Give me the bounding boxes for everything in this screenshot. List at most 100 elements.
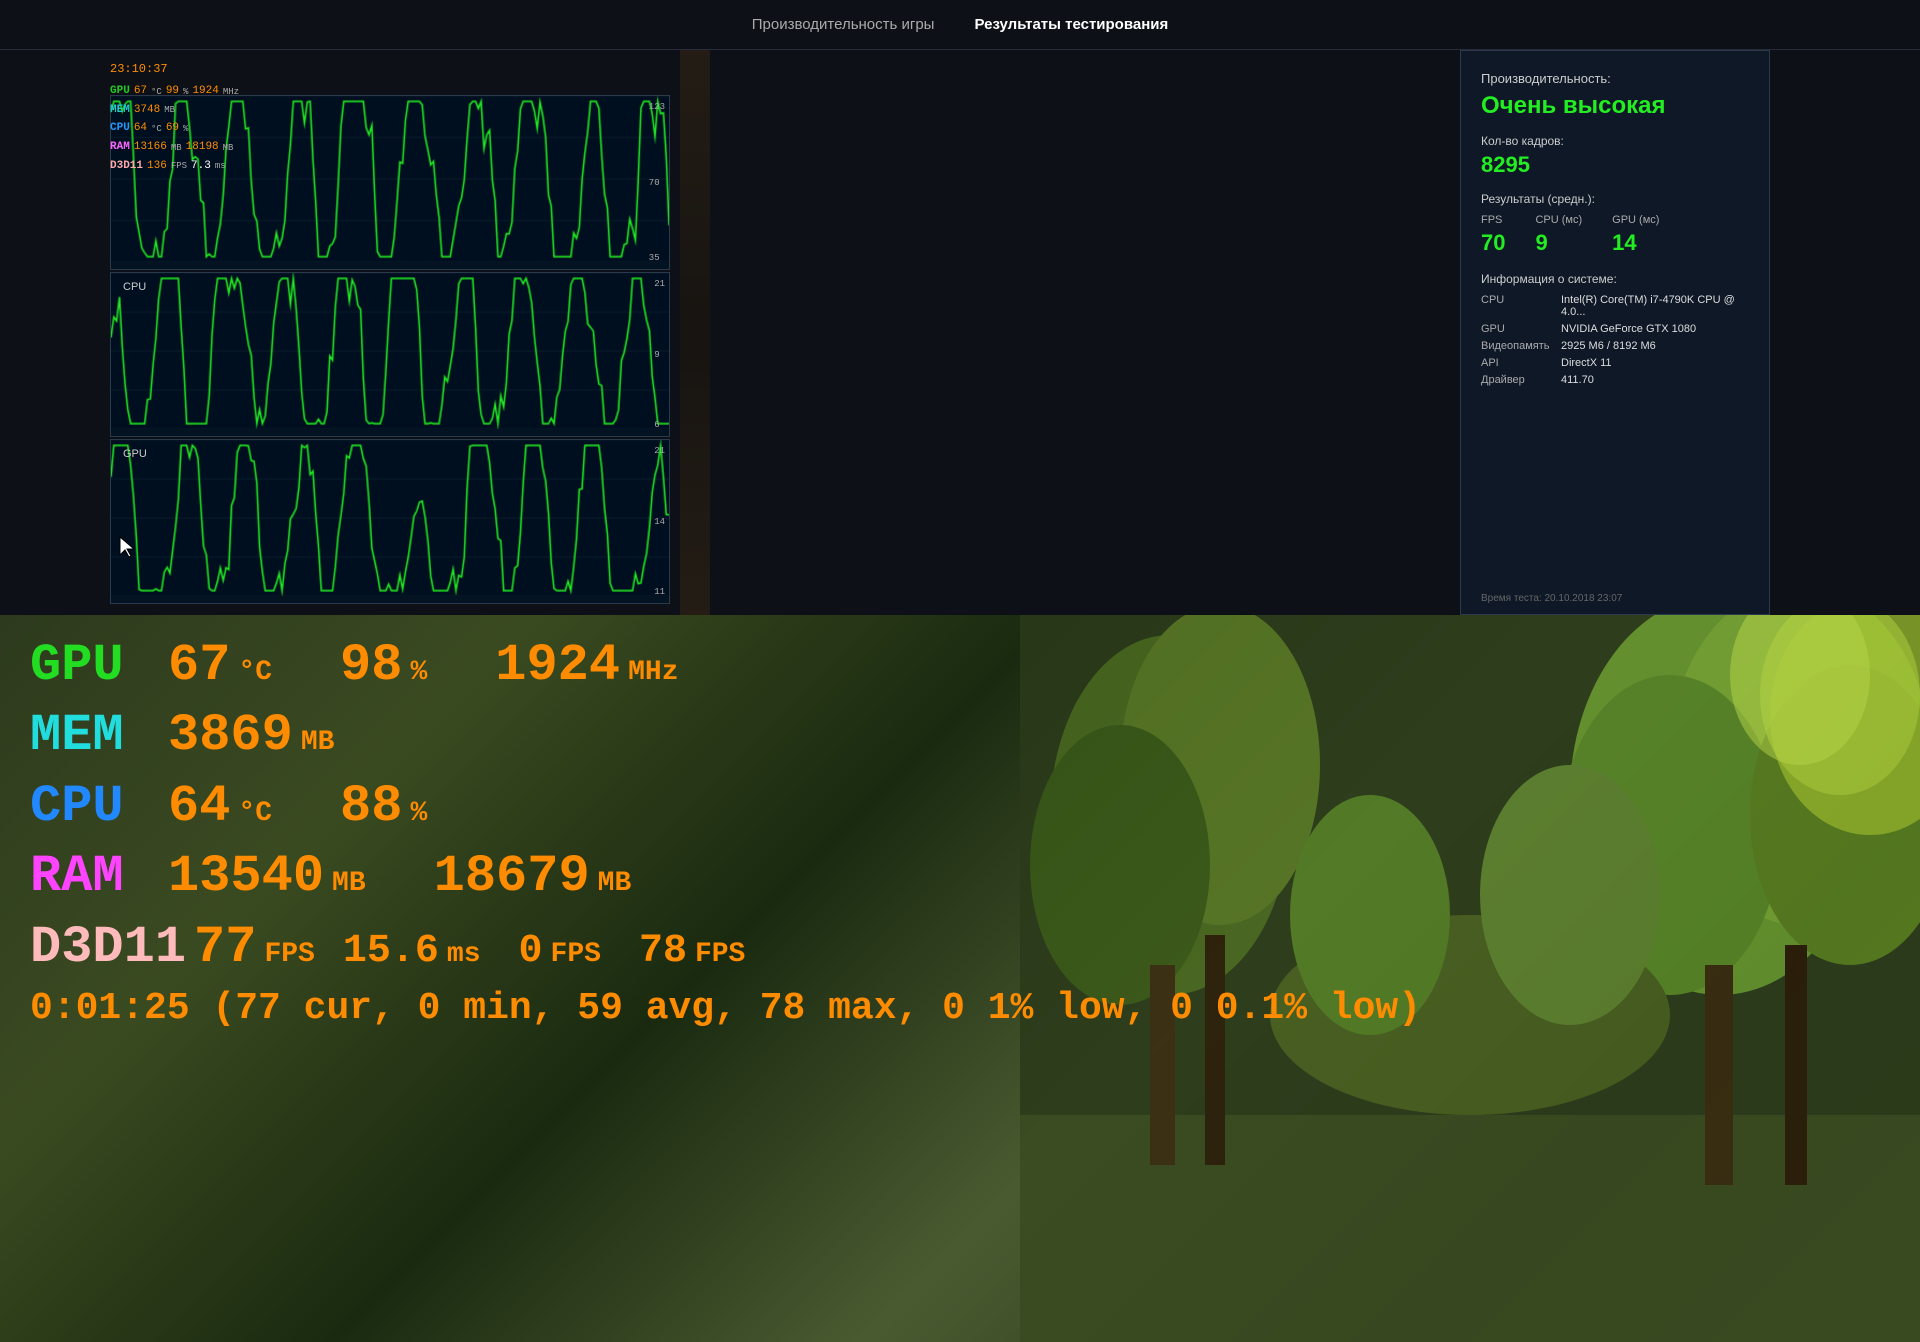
hud-d3d-fps78: 78 xyxy=(639,928,687,976)
d3d-ms: 7.3 xyxy=(191,158,211,176)
gpu-load-unit: % xyxy=(183,85,188,99)
sysinfo-cpu-row: CPU Intel(R) Core(TM) i7-4790K CPU @ 4.0… xyxy=(1481,294,1749,318)
bg-texture xyxy=(680,50,710,615)
ram-unit2: MB xyxy=(223,141,234,155)
d3d-fps: 136 xyxy=(147,158,167,176)
cpu-stat-col: CPU (мс) 9 xyxy=(1535,214,1582,256)
bottom-panel: GPU 67 °C 98 % 1924 MHz MEM 3869 MB CPU … xyxy=(0,615,1920,1342)
hud-d3d-fps: 77 xyxy=(194,917,256,979)
hud-cpu-load: 88 xyxy=(340,776,402,838)
perf-value: Очень высокая xyxy=(1481,92,1749,120)
hud-overlay: GPU 67 °C 98 % 1924 MHz MEM 3869 MB CPU … xyxy=(0,615,1920,1342)
hud-summary-row: 0:01:25 (77 cur, 0 min, 59 avg, 78 max, … xyxy=(30,987,1890,1030)
cpu-chart: CPU 21 9 6 xyxy=(110,272,670,437)
hud-d3d-row: D3D11 77 FPS 15.6 ms 0 FPS 78 FPS xyxy=(30,917,1890,979)
hud-mem-val: 3869 xyxy=(168,705,293,767)
gpu-stat-header: GPU (мс) xyxy=(1612,214,1659,226)
hud-cpu-row: CPU 64 °C 88 % xyxy=(30,776,1890,838)
sysinfo-api-row: API DirectX 11 xyxy=(1481,357,1749,369)
hud-ram-unit1: MB xyxy=(332,867,366,901)
fps-y-min: 35 xyxy=(649,253,665,263)
sysinfo-gpu-val: NVIDIA GeForce GTX 1080 xyxy=(1561,323,1696,335)
fps-y-mid: 70 xyxy=(649,178,665,188)
fps-y-labels: 123 70 35 xyxy=(649,96,665,269)
hud-ram-row: RAM 13540 MB 18679 MB xyxy=(30,846,1890,908)
gpu-temp-unit: °C xyxy=(151,85,162,99)
sysinfo-driver-val: 411.70 xyxy=(1561,374,1594,386)
gpu-stat-col: GPU (мс) 14 xyxy=(1612,214,1659,256)
hud-cpu-label: CPU xyxy=(30,776,160,838)
gpu-chart: GPU 21 14 11 xyxy=(110,439,670,604)
top-panel: Производительность игры Результаты тести… xyxy=(0,0,1920,615)
sysinfo-driver-key: Драйвер xyxy=(1481,374,1561,386)
results-stats-row: FPS 70 CPU (мс) 9 GPU (мс) 14 xyxy=(1481,214,1749,256)
hud-gpu-temp: 67 xyxy=(168,635,230,697)
gpu-clock: 1924 xyxy=(192,83,218,101)
cpu-load-unit: % xyxy=(183,122,188,136)
hud-ram-label: RAM xyxy=(30,846,160,908)
gpu-clock-unit: MHz xyxy=(223,85,239,99)
sysinfo-vram-key: Видеопамять xyxy=(1481,340,1561,352)
sysinfo-driver-row: Драйвер 411.70 xyxy=(1481,374,1749,386)
gpu-y-labels: 21 14 11 xyxy=(654,440,665,603)
cpu-y-mid: 9 xyxy=(654,350,665,360)
hud-ram-unit2: MB xyxy=(598,867,632,901)
nav-tab-perf[interactable]: Производительность игры xyxy=(752,16,935,33)
hud-gpu-load: 98 xyxy=(340,635,402,697)
ram-stat-row: RAM 13166 MB 18198 MB xyxy=(110,139,239,157)
cpu-y-labels: 21 9 6 xyxy=(654,273,665,436)
sysinfo-table: CPU Intel(R) Core(TM) i7-4790K CPU @ 4.0… xyxy=(1481,294,1749,386)
d3d-ms-unit: ms xyxy=(215,159,226,173)
mem-label: MEM xyxy=(110,102,130,120)
sysinfo-cpu-val: Intel(R) Core(TM) i7-4790K CPU @ 4.0... xyxy=(1561,294,1749,318)
sysinfo-api-key: API xyxy=(1481,357,1561,369)
cpu-canvas xyxy=(111,273,669,429)
gpu-y-mid: 14 xyxy=(654,517,665,527)
sysinfo-vram-val: 2925 М6 / 8192 М6 xyxy=(1561,340,1656,352)
gpu-stat-val: 14 xyxy=(1612,230,1659,256)
fps-y-max: 123 xyxy=(649,102,665,112)
cpu-chart-label: CPU xyxy=(123,281,146,293)
results-timestamp: Время теста: 20.10.2018 23:07 xyxy=(1481,593,1622,604)
ram-val1: 13166 xyxy=(134,139,167,157)
sysinfo-vram-row: Видеопамять 2925 М6 / 8192 М6 xyxy=(1481,340,1749,352)
gpu-stat-row: GPU 67 °C 99 % 1924 MHz xyxy=(110,83,239,101)
hud-summary-text: 0:01:25 (77 cur, 0 min, 59 avg, 78 max, … xyxy=(30,987,1421,1030)
sysinfo-cpu-key: CPU xyxy=(1481,294,1561,318)
mouse-cursor xyxy=(118,535,138,559)
hud-d3d-fps0: 0 xyxy=(519,928,543,976)
hud-d3d-label: D3D11 xyxy=(30,917,186,979)
ram-label: RAM xyxy=(110,139,130,157)
nav-tab-results[interactable]: Результаты тестирования xyxy=(974,16,1168,33)
cpu-y-max: 21 xyxy=(654,279,665,289)
cpu-temp: 64 xyxy=(134,120,147,138)
sysinfo-api-val: DirectX 11 xyxy=(1561,357,1612,369)
ram-val2: 18198 xyxy=(186,139,219,157)
stats-overlay: 23:10:37 GPU 67 °C 99 % 1924 MHz MEM 374… xyxy=(110,60,239,176)
hud-d3d-fps78-unit: FPS xyxy=(695,938,745,972)
hud-ram-val2: 18679 xyxy=(434,846,590,908)
nav-bar: Производительность игры Результаты тести… xyxy=(0,0,1920,50)
gpu-canvas xyxy=(111,440,669,596)
cpu-stat-val: 9 xyxy=(1535,230,1582,256)
hud-gpu-clock: 1924 xyxy=(495,635,620,697)
mem-stat-row: MEM 3748 MB xyxy=(110,102,239,120)
cpu-stat-header: CPU (мс) xyxy=(1535,214,1582,226)
ram-unit1: MB xyxy=(171,141,182,155)
gpu-load: 99 xyxy=(166,83,179,101)
hud-cpu-temp: 64 xyxy=(168,776,230,838)
cpu-temp-unit: °C xyxy=(151,122,162,136)
sysinfo-gpu-row: GPU NVIDIA GeForce GTX 1080 xyxy=(1481,323,1749,335)
cpu-y-min: 6 xyxy=(654,420,665,430)
fps-stat-header: FPS xyxy=(1481,214,1505,226)
sysinfo-gpu-key: GPU xyxy=(1481,323,1561,335)
hud-d3d-ms-unit: ms xyxy=(447,938,481,972)
hud-gpu-load-unit: % xyxy=(410,656,427,690)
hud-d3d-fps0-unit: FPS xyxy=(551,938,601,972)
sysinfo-label: Информация о системе: xyxy=(1481,272,1749,286)
cpu-label: CPU xyxy=(110,120,130,138)
hud-mem-row: MEM 3869 MB xyxy=(30,705,1890,767)
hud-cpu-load-unit: % xyxy=(410,797,427,831)
hud-d3d-ms: 15.6 xyxy=(343,928,439,976)
cpu-load: 69 xyxy=(166,120,179,138)
